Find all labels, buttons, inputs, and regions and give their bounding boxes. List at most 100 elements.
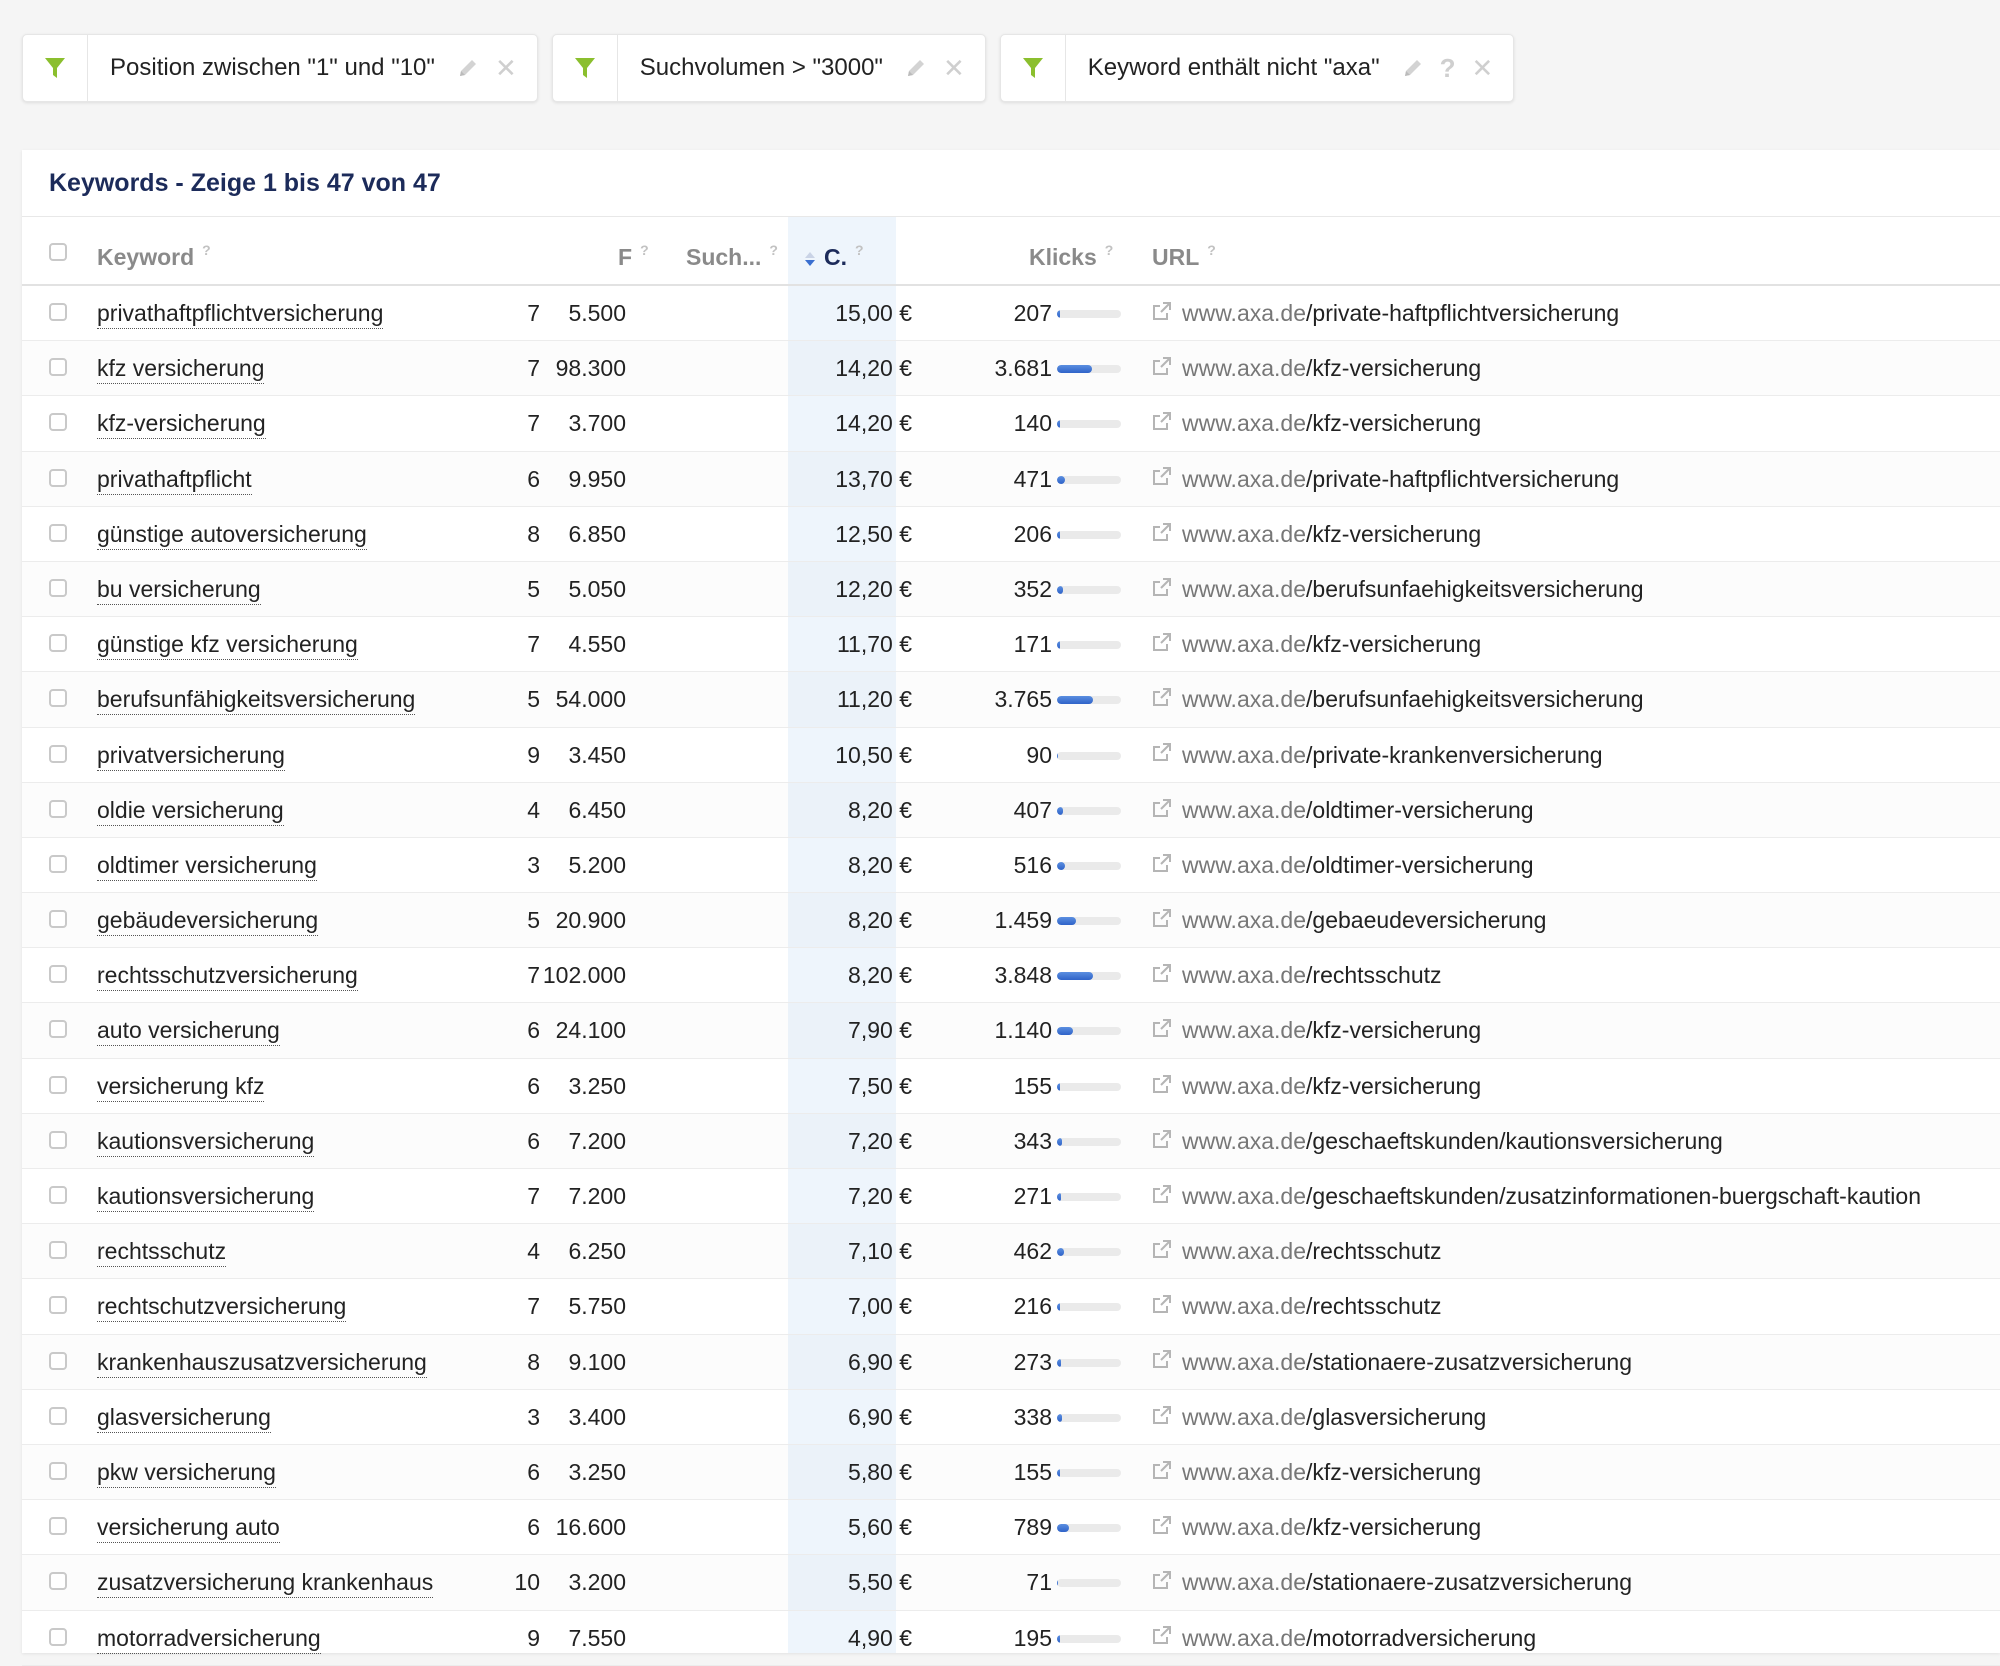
url-cell[interactable]: www.axa.de/glasversicherung (1152, 1390, 1486, 1444)
keyword-cell[interactable]: gebäudeversicherung (97, 893, 319, 947)
row-checkbox[interactable] (49, 1572, 67, 1591)
keyword-cell[interactable]: rechtschutzversicherung (97, 1279, 347, 1333)
external-link-icon[interactable] (1152, 672, 1172, 726)
row-checkbox[interactable] (49, 1461, 67, 1480)
url-cell[interactable]: www.axa.de/stationaere-zusatzversicherun… (1152, 1335, 1632, 1389)
keyword-cell[interactable]: oldtimer versicherung (97, 838, 317, 892)
help-icon[interactable]: ? (1207, 242, 1216, 258)
keyword-link[interactable]: günstige kfz versicherung (97, 631, 358, 661)
keyword-link[interactable]: kfz versicherung (97, 355, 265, 385)
external-link-icon[interactable] (1152, 1390, 1172, 1444)
keyword-cell[interactable]: oldie versicherung (97, 783, 284, 837)
url-cell[interactable]: www.axa.de/kfz-versicherung (1152, 507, 1481, 561)
external-link-icon[interactable] (1152, 1334, 1172, 1388)
keyword-link[interactable]: oldtimer versicherung (97, 851, 317, 881)
external-link-icon[interactable] (1152, 838, 1172, 892)
filter-pill[interactable]: Position zwischen "1" und "10" ✕ (22, 34, 538, 102)
url-cell[interactable]: www.axa.de/rechtsschutz (1152, 1279, 1442, 1333)
keyword-cell[interactable]: günstige autoversicherung (97, 507, 367, 561)
url-cell[interactable]: www.axa.de/kfz-versicherung (1152, 396, 1481, 450)
keyword-link[interactable]: oldie versicherung (97, 796, 284, 826)
row-checkbox[interactable] (49, 1406, 67, 1425)
row-checkbox[interactable] (49, 1517, 67, 1536)
keyword-cell[interactable]: privathaftpflicht (97, 452, 252, 506)
external-link-icon[interactable] (1152, 286, 1172, 340)
external-link-icon[interactable] (1152, 396, 1172, 450)
keyword-cell[interactable]: motorradversicherung (97, 1611, 321, 1665)
external-link-icon[interactable] (1152, 1224, 1172, 1278)
keyword-cell[interactable]: rechtsschutzversicherung (97, 948, 358, 1002)
keyword-cell[interactable]: pkw versicherung (97, 1445, 276, 1499)
help-icon[interactable]: ? (855, 242, 864, 258)
row-checkbox[interactable] (49, 358, 67, 377)
row-checkbox[interactable] (49, 413, 67, 432)
url-cell[interactable]: www.axa.de/geschaeftskunden/zusatzinform… (1152, 1169, 1921, 1223)
header-cpc[interactable]: C.? (804, 217, 864, 284)
external-link-icon[interactable] (1152, 562, 1172, 616)
url-cell[interactable]: www.axa.de/stationaere-zusatzversicherun… (1152, 1555, 1632, 1609)
keyword-link[interactable]: versicherung auto (97, 1514, 280, 1544)
remove-filter-icon[interactable]: ✕ (1472, 53, 1494, 84)
external-link-icon[interactable] (1152, 1059, 1172, 1113)
filter-label[interactable]: Keyword enthält nicht "axa" (1066, 54, 1402, 82)
row-checkbox[interactable] (49, 578, 67, 597)
keyword-link[interactable]: privathaftpflicht (97, 465, 252, 495)
keyword-link[interactable]: motorradversicherung (97, 1624, 321, 1654)
header-url[interactable]: URL? (1152, 217, 1216, 284)
row-checkbox[interactable] (49, 744, 67, 763)
keyword-cell[interactable]: versicherung kfz (97, 1059, 265, 1113)
keyword-cell[interactable]: zusatzversicherung krankenhaus (97, 1555, 434, 1609)
keyword-cell[interactable]: berufsunfähigkeitsversicherung (97, 672, 416, 726)
keyword-cell[interactable]: glasversicherung (97, 1390, 271, 1444)
external-link-icon[interactable] (1152, 727, 1172, 781)
url-cell[interactable]: www.axa.de/oldtimer-versicherung (1152, 838, 1534, 892)
url-cell[interactable]: www.axa.de/berufsunfaehigkeitsversicheru… (1152, 672, 1644, 726)
external-link-icon[interactable] (1152, 451, 1172, 505)
url-cell[interactable]: www.axa.de/private-haftpflichtversicheru… (1152, 286, 1619, 340)
help-icon[interactable]: ? (1105, 242, 1114, 258)
url-cell[interactable]: www.axa.de/rechtsschutz (1152, 1224, 1442, 1278)
external-link-icon[interactable] (1152, 1169, 1172, 1223)
header-search-volume[interactable]: Such...? (686, 217, 778, 284)
keyword-link[interactable]: privatversicherung (97, 741, 285, 771)
url-cell[interactable]: www.axa.de/kfz-versicherung (1152, 1445, 1481, 1499)
row-checkbox[interactable] (49, 523, 67, 542)
external-link-icon[interactable] (1152, 1279, 1172, 1333)
keyword-cell[interactable]: rechtsschutz (97, 1224, 227, 1278)
url-cell[interactable]: www.axa.de/gebaeudeversicherung (1152, 893, 1546, 947)
keyword-link[interactable]: versicherung kfz (97, 1072, 265, 1102)
filter-pill[interactable]: Suchvolumen > "3000" ✕ (551, 34, 986, 102)
keyword-link[interactable]: rechtsschutzversicherung (97, 962, 358, 992)
help-icon[interactable]: ? (202, 242, 211, 258)
external-link-icon[interactable] (1152, 1003, 1172, 1057)
help-icon[interactable]: ? (640, 242, 649, 258)
keyword-cell[interactable]: auto versicherung (97, 1003, 280, 1057)
remove-filter-icon[interactable]: ✕ (943, 53, 965, 84)
select-all-checkbox[interactable] (49, 242, 67, 261)
url-cell[interactable]: www.axa.de/geschaeftskunden/kautionsvers… (1152, 1114, 1723, 1168)
external-link-icon[interactable] (1152, 948, 1172, 1002)
filter-label[interactable]: Suchvolumen > "3000" (618, 54, 905, 82)
keyword-cell[interactable]: versicherung auto (97, 1500, 280, 1554)
row-checkbox[interactable] (49, 634, 67, 653)
filter-pill[interactable]: Keyword enthält nicht "axa"? ✕ (999, 34, 1515, 102)
header-position[interactable]: F? (618, 217, 649, 284)
remove-filter-icon[interactable]: ✕ (495, 53, 517, 84)
row-checkbox[interactable] (49, 1130, 67, 1149)
row-checkbox[interactable] (49, 854, 67, 873)
url-cell[interactable]: www.axa.de/kfz-versicherung (1152, 1003, 1481, 1057)
row-checkbox[interactable] (49, 1351, 67, 1370)
external-link-icon[interactable] (1152, 783, 1172, 837)
keyword-link[interactable]: glasversicherung (97, 1403, 271, 1433)
external-link-icon[interactable] (1152, 1500, 1172, 1554)
row-checkbox[interactable] (49, 1020, 67, 1039)
row-checkbox[interactable] (49, 1075, 67, 1094)
keyword-link[interactable]: bu versicherung (97, 575, 261, 605)
header-keyword[interactable]: Keyword? (97, 217, 211, 284)
keyword-link[interactable]: günstige autoversicherung (97, 520, 367, 550)
keyword-link[interactable]: auto versicherung (97, 1017, 280, 1047)
keyword-link[interactable]: kautionsversicherung (97, 1127, 315, 1157)
url-cell[interactable]: www.axa.de/kfz-versicherung (1152, 1059, 1481, 1113)
row-checkbox[interactable] (49, 1296, 67, 1315)
keyword-cell[interactable]: privatversicherung (97, 728, 285, 782)
